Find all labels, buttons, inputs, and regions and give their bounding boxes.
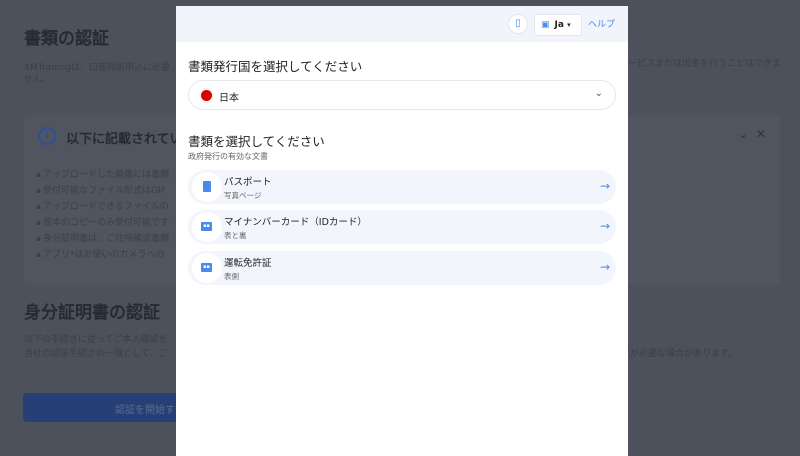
modal-header: ▯ ▣ Ja ▾ ヘルプ [176, 6, 628, 42]
arrow-right-icon: → [599, 179, 610, 193]
language-value: Ja [554, 20, 564, 30]
intro-text-2: せん。 [24, 75, 52, 85]
document-title: 書類を選択してください [188, 134, 325, 149]
info-icon: i [38, 127, 56, 145]
document-selection-modal: ▯ ▣ Ja ▾ ヘルプ 書類発行国を選択してください 日本 ⌄ 書類を選択してく… [176, 6, 628, 456]
help-link[interactable]: ヘルプ [588, 17, 615, 30]
mobile-phone-icon[interactable]: ▯ [508, 14, 528, 34]
chevron-down-icon[interactable]: ⌄ [738, 127, 748, 141]
page-title: 書類の認証 [24, 29, 109, 49]
document-option-title: マイナンバーカード（IDカード） [224, 217, 367, 228]
id-section-title: 身分証明書の認証 [24, 303, 160, 323]
country-value: 日本 [219, 93, 239, 104]
document-option-subtitle: 表と裏 [224, 231, 247, 240]
close-icon[interactable]: ✕ [756, 127, 766, 141]
document-option-title: パスポート [224, 177, 272, 188]
id-card-icon: ▪▪ [192, 212, 222, 242]
japan-flag-icon [201, 90, 212, 101]
passport-icon [192, 172, 222, 202]
notice-item: 原本のコピーのみ受付可能です [36, 215, 169, 231]
notice-item: 受付可能なファイル形式はGIF [36, 183, 169, 199]
id-text-right: が必要な場合があります。 [630, 349, 738, 359]
document-option-id-card[interactable]: ▪▪ マイナンバーカード（IDカード） 表と裏 → [188, 210, 616, 244]
translate-icon: ▣ [541, 20, 550, 30]
notice-item: 身分証明書は、ご住所確認書類 [36, 231, 169, 247]
id-text-2: 当社の認証手続きの一環として、ご [24, 349, 168, 359]
arrow-right-icon: → [599, 260, 610, 274]
driver-license-icon: ▪▪ [192, 253, 222, 283]
language-selector[interactable]: ▣ Ja ▾ [534, 14, 582, 36]
notice-item: アップロードできるファイルの [36, 199, 169, 215]
arrow-right-icon: → [599, 219, 610, 233]
country-select[interactable]: 日本 ⌄ [188, 80, 616, 110]
caret-down-icon: ▾ [567, 21, 571, 29]
document-option-title: 運転免許証 [224, 258, 272, 269]
notice-item: アップロードした画像には書類 [36, 167, 169, 183]
notice-item: アプリ*はお使いのカメラへの [36, 247, 169, 263]
document-option-subtitle: 表側 [224, 272, 239, 281]
document-subtitle: 政府発行の有効な文書 [188, 152, 268, 161]
id-text: 以下の手続きに従ってご本人確認を [24, 335, 168, 345]
notice-title: 以下に記載されてい [66, 132, 183, 147]
chevron-down-icon: ⌄ [594, 88, 603, 99]
country-title: 書類発行国を選択してください [188, 59, 363, 74]
intro-text-right: ービスまたは出金を行うことはできま [628, 59, 782, 69]
document-option-driver-license[interactable]: ▪▪ 運転免許証 表側 → [188, 251, 616, 285]
document-option-passport[interactable]: パスポート 写真ページ → [188, 170, 616, 204]
document-option-subtitle: 写真ページ [224, 191, 262, 200]
